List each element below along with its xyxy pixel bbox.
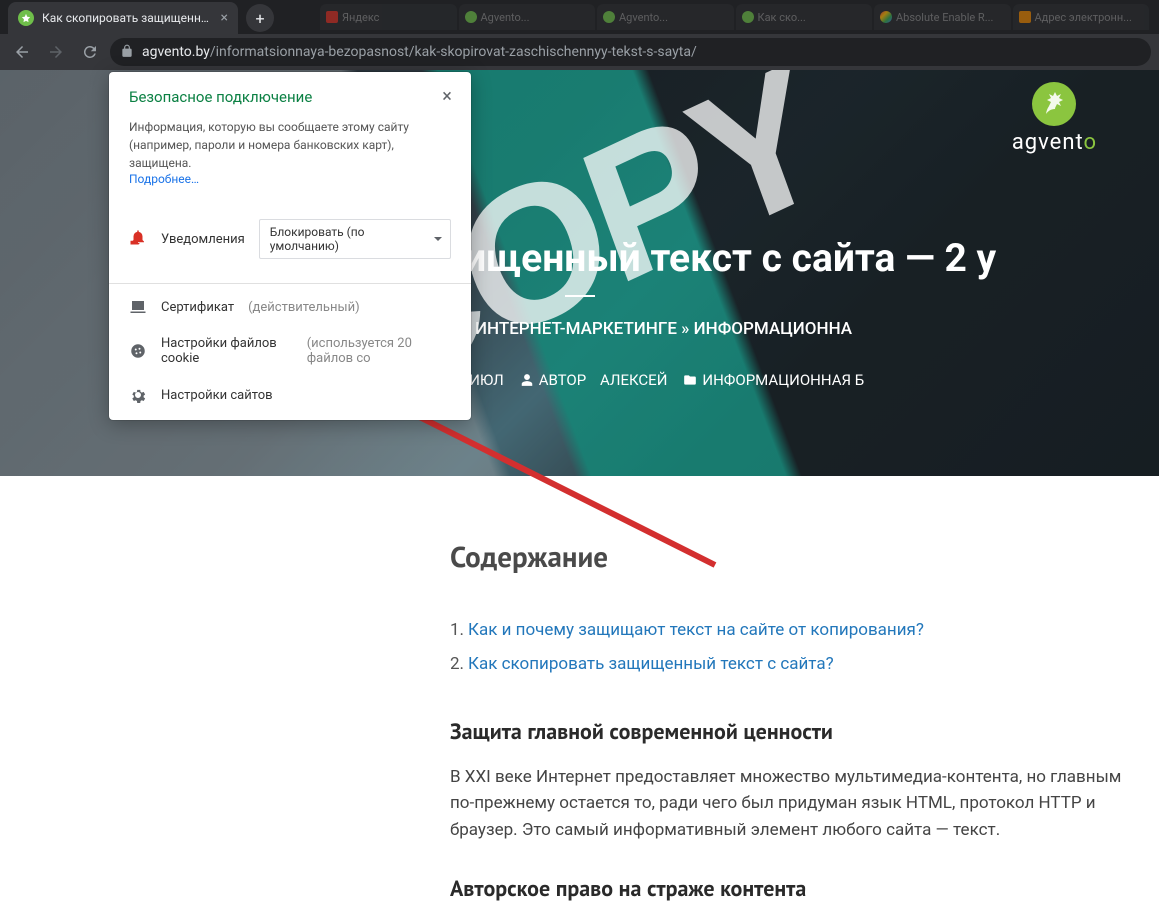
toc-link[interactable]: Как скопировать защищенный текст с сайта… <box>468 654 834 674</box>
bg-tab[interactable]: Agvento... <box>459 4 596 30</box>
notifications-label: Уведомления <box>161 232 245 247</box>
cookie-icon <box>129 342 147 360</box>
bell-blocked-icon <box>129 228 147 250</box>
site-settings-row[interactable]: Настройки сайтов <box>109 376 471 420</box>
notifications-select[interactable]: Блокировать (по умолчанию) <box>259 219 451 259</box>
user-icon <box>520 373 534 387</box>
popup-title: Безопасное подключение <box>129 88 451 106</box>
popup-close-icon[interactable]: × <box>435 84 459 108</box>
tab-title: Как скопировать защищенный <box>42 11 213 25</box>
notifications-row: Уведомления Блокировать (по умолчанию) <box>109 203 471 279</box>
table-of-contents: 1.Как и почему защищают текст на сайте о… <box>450 620 1139 674</box>
url-text: agvento.by/informatsionnaya-bezopasnost/… <box>142 44 697 60</box>
popup-learn-more-link[interactable]: Подробнее… <box>129 172 199 186</box>
tab-favicon <box>18 10 34 26</box>
background-tabs: Яндекс Agvento... Agvento... Как ско... … <box>320 4 1149 30</box>
bg-tab[interactable]: Absolute Enable R... <box>874 4 1011 30</box>
folder-icon <box>683 373 697 387</box>
logo-text: agvento <box>1012 130 1097 155</box>
breadcrumb-category[interactable]: ИНФОРМАЦИОННА <box>694 319 852 339</box>
toc-link[interactable]: Как и почему защищают текст на сайте от … <box>468 620 924 640</box>
popup-description: Информация, которую вы сообщаете этому с… <box>129 118 451 172</box>
new-tab-button[interactable]: + <box>246 4 274 32</box>
bg-tab[interactable]: Яндекс <box>320 4 457 30</box>
active-tab[interactable]: Как скопировать защищенный × <box>8 2 238 34</box>
certificate-icon <box>129 298 147 316</box>
cookies-row[interactable]: Настройки файлов cookie (используется 20… <box>109 326 471 376</box>
certificate-row[interactable]: Сертификат (действительный) <box>109 288 471 326</box>
toc-item: 1.Как и почему защищают текст на сайте о… <box>450 620 1139 640</box>
meta-category: ИНФОРМАЦИОННАЯ Б <box>683 371 864 389</box>
tab-close-icon[interactable]: × <box>221 10 228 26</box>
section-heading: Авторское право на страже контента <box>450 875 1139 903</box>
browser-tabstrip: Как скопировать защищенный × + Яндекс Ag… <box>0 0 1159 34</box>
meta-author: АВТОР АЛЕКСЕЙ <box>520 371 668 389</box>
browser-toolbar: agvento.by/informatsionnaya-bezopasnost/… <box>0 34 1159 70</box>
divider <box>109 283 471 284</box>
article-content: Содержание 1.Как и почему защищают текст… <box>450 476 1159 923</box>
section-heading: Защита главной современной ценности <box>450 718 1139 746</box>
lock-icon[interactable] <box>120 43 134 62</box>
site-info-popup: × Безопасное подключение Информация, кот… <box>109 72 471 420</box>
body-paragraph: В XXI веке Интернет предоставляет множес… <box>450 764 1139 843</box>
title-divider <box>565 295 595 297</box>
forward-button[interactable] <box>42 38 70 66</box>
bg-tab[interactable]: Agvento... <box>597 4 734 30</box>
toc-item: 2.Как скопировать защищенный текст с сай… <box>450 654 1139 674</box>
address-bar[interactable]: agvento.by/informatsionnaya-bezopasnost/… <box>110 38 1151 66</box>
reload-button[interactable] <box>76 38 104 66</box>
back-button[interactable] <box>8 38 36 66</box>
gear-icon <box>129 386 147 404</box>
bg-tab[interactable]: Адрес электронн... <box>1013 4 1150 30</box>
toc-heading: Содержание <box>450 538 1139 576</box>
bg-tab[interactable]: Как ско... <box>736 4 873 30</box>
leaf-icon <box>1032 82 1076 126</box>
site-logo[interactable]: agvento <box>1012 82 1097 155</box>
